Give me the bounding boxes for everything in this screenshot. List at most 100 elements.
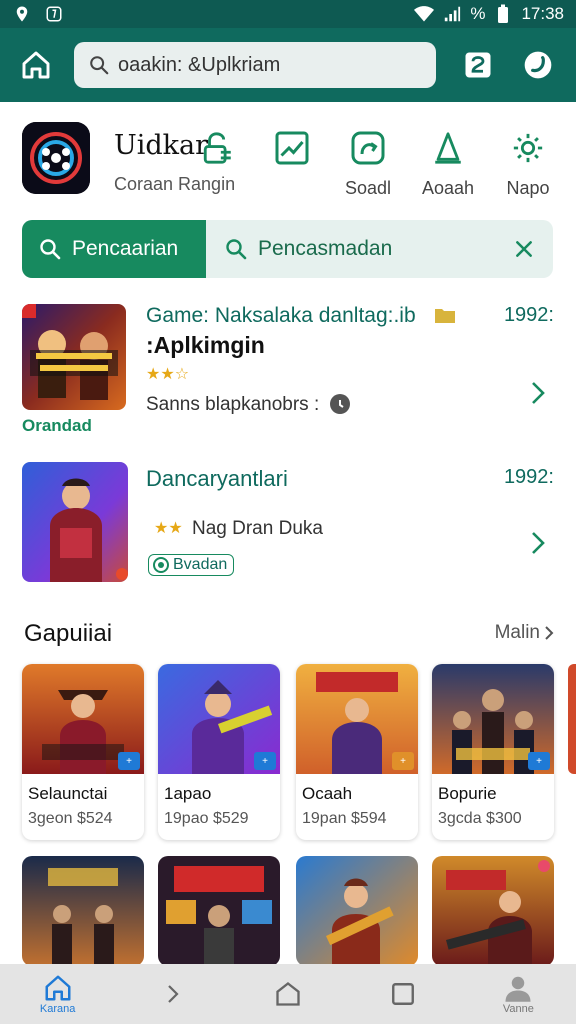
card-title: Bopurie	[438, 784, 497, 803]
chevron-right-icon	[168, 985, 179, 1003]
shortcut-soadl[interactable]: Soadl	[338, 128, 398, 199]
wifi-icon	[414, 4, 435, 24]
home-button[interactable]	[16, 45, 56, 85]
search-icon	[90, 56, 109, 75]
game-card[interactable]	[432, 856, 554, 966]
notification-icon	[44, 4, 64, 24]
nav-recents[interactable]	[346, 964, 461, 1024]
result-number: 1992:	[503, 466, 554, 488]
tab-pencaarian[interactable]: Pencaarian	[22, 220, 206, 278]
triangle-icon	[428, 128, 468, 168]
settings-icon	[508, 128, 548, 168]
game-card[interactable]	[22, 856, 144, 966]
search-field[interactable]: oaakin: &Uplkriam	[74, 42, 436, 88]
tab-label: Pencaarian	[72, 237, 179, 260]
app-logo[interactable]	[22, 122, 90, 194]
theme-button[interactable]	[518, 45, 558, 85]
result-title: Dancaryantlari	[146, 466, 288, 491]
shortcut-aoaah[interactable]: Aoaah	[418, 128, 478, 199]
platform-badge: +	[392, 752, 414, 770]
nav-home[interactable]: Karana	[0, 964, 115, 1024]
shortcut-napo[interactable]: Napo	[498, 128, 558, 199]
rating-stars: ★★	[154, 520, 183, 537]
location-icon	[12, 4, 32, 24]
account-button[interactable]	[458, 45, 498, 85]
game-card[interactable]	[296, 856, 418, 966]
home-icon	[45, 975, 71, 1001]
tab-pencasmadan[interactable]: Pencasmadan	[206, 220, 495, 278]
see-more-link[interactable]: Malin	[495, 622, 554, 644]
game-card[interactable]: + Ocaah 19pan $594	[296, 664, 418, 840]
clock: 17:38	[521, 4, 564, 23]
app-header: Uidkar Coraan Rangin Soadl Aoaah Napo	[22, 122, 562, 202]
clear-button[interactable]	[495, 220, 553, 278]
info-icon[interactable]	[330, 394, 350, 419]
chart-icon	[272, 128, 312, 168]
chevron-right-icon[interactable]	[526, 378, 550, 408]
result-title: Game: Naksalaka danltag:.ib	[146, 304, 416, 327]
card-meta: 3geon $524	[28, 810, 113, 827]
result-number: 1992:	[503, 304, 554, 326]
app-subtitle: Coraan Rangin	[114, 174, 236, 194]
nav-home-button[interactable]	[230, 964, 345, 1024]
card-title: 1apao	[164, 784, 212, 803]
card-peek	[568, 664, 576, 774]
profile-card-icon	[465, 52, 491, 78]
card-meta: 19pao $529	[164, 810, 249, 827]
status-chip: Bvadan	[148, 554, 235, 576]
see-more-label: Malin	[494, 622, 540, 643]
platform-badge: +	[254, 752, 276, 770]
folder-icon	[434, 306, 456, 329]
game-card[interactable]: + 1apao 19pao $529	[158, 664, 280, 840]
result-description: Sanns blapkanobrs :	[146, 394, 320, 415]
result-description: Nag Dran Duka	[192, 518, 323, 539]
search-tabs: Pencaarian Pencasmadan	[22, 220, 553, 278]
search-icon	[40, 239, 61, 260]
card-meta: 19pan $594	[302, 810, 387, 827]
nav-home-label: Karana	[39, 1003, 76, 1015]
search-icon	[226, 239, 247, 260]
list-item[interactable]: Dancaryantlari 1992: ★★ Nag Dran Duka Bv…	[22, 462, 554, 586]
shortcut-chart[interactable]	[262, 128, 322, 168]
user-icon	[505, 976, 531, 1002]
close-icon	[516, 241, 532, 257]
game-card[interactable]	[158, 856, 280, 966]
game-thumbnail	[22, 462, 128, 582]
game-art: +	[22, 664, 144, 774]
status-badge: Orandad	[22, 416, 92, 435]
nav-profile-label: Vanne	[502, 1003, 534, 1015]
shortcut-label: Soadl	[344, 178, 392, 198]
nav-back[interactable]	[115, 964, 230, 1024]
check-icon	[153, 557, 169, 573]
result-subtitle: :Aplkimgin	[146, 332, 265, 358]
chevron-right-icon	[545, 626, 554, 640]
card-title: Ocaah	[302, 784, 353, 803]
battery-text: %	[470, 4, 486, 23]
list-item[interactable]: Game: Naksalaka danltag:.ib 1992: :Aplki…	[22, 304, 554, 444]
shortcut-label: Napo	[506, 178, 550, 198]
section-title: Gapuiiai	[24, 620, 113, 647]
signal-icon	[442, 4, 462, 24]
chevron-right-icon[interactable]	[526, 528, 550, 558]
card-meta: 3gcda $300	[438, 810, 522, 827]
rating-stars: ★★☆	[146, 366, 190, 383]
shortcut-lock[interactable]	[188, 128, 248, 168]
nav-profile[interactable]: Vanne	[461, 964, 576, 1024]
lock-icon	[198, 128, 238, 168]
platform-badge: +	[528, 752, 550, 770]
search-input[interactable]: oaakin: &Uplkriam	[118, 54, 280, 77]
game-art	[158, 856, 280, 966]
tab-label: Pencasmadan	[258, 237, 393, 260]
pentagon-icon	[276, 982, 300, 1006]
bottom-navigation: Karana Vanne	[0, 964, 576, 1024]
battery-icon	[493, 4, 513, 24]
square-icon	[392, 983, 415, 1005]
game-card[interactable]: + Bopurie 3gcda $300	[432, 664, 554, 840]
game-art: +	[432, 664, 554, 774]
game-card[interactable]: + Selaunctai 3geon $524	[22, 664, 144, 840]
shortcut-label: Aoaah	[421, 178, 475, 198]
home-icon	[22, 51, 50, 79]
chip-label: Bvadan	[173, 556, 228, 573]
moon-icon	[524, 51, 552, 79]
status-bar: % 17:38	[0, 0, 576, 28]
